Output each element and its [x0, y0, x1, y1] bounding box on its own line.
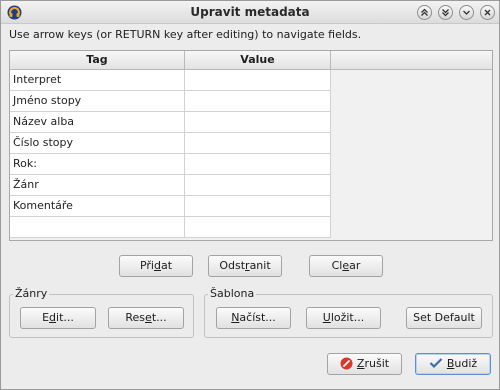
tag-cell[interactable]: Interpret	[10, 70, 185, 91]
reset-accelerator: e	[145, 311, 152, 324]
close-button[interactable]	[480, 5, 495, 20]
clear-button[interactable]: Clear	[309, 255, 383, 277]
table-row[interactable]: Rok:	[10, 154, 331, 175]
cancel-label-rest: rušit	[364, 357, 390, 370]
save-template-button[interactable]: Uložit...	[306, 307, 381, 329]
minimize-button[interactable]	[459, 5, 474, 20]
clear-label: Cl	[331, 259, 343, 272]
reset-genres-button[interactable]: Reset...	[108, 307, 184, 329]
clear-label-rest: ar	[349, 259, 361, 272]
tag-cell[interactable]: Komentáře	[10, 196, 185, 217]
ok-label-rest: udiž	[454, 357, 478, 370]
remove-label-rest: anit	[249, 259, 271, 272]
table-row[interactable]: Komentáře	[10, 196, 331, 217]
chevron-down-icon	[463, 10, 470, 15]
edit-metadata-dialog: Upravit metadata Use arrow keys (or RETU…	[0, 0, 500, 390]
table-empty-area	[331, 70, 492, 240]
keep-above-button[interactable]	[417, 5, 432, 20]
checkmark-icon	[429, 358, 443, 369]
table-row[interactable]	[10, 217, 331, 238]
value-cell[interactable]	[185, 175, 331, 196]
column-header-filler	[331, 51, 492, 70]
tag-cell[interactable]: Číslo stopy	[10, 133, 185, 154]
double-chevron-up-icon	[421, 8, 428, 16]
table-row[interactable]: Název alba	[10, 112, 331, 133]
add-label-rest: at	[160, 259, 173, 272]
set-default-button[interactable]: Set Default	[406, 307, 482, 329]
load-label-rest: ačíst...	[239, 311, 276, 324]
remove-button[interactable]: Odstranit	[208, 255, 282, 277]
remove-label: Odst	[219, 259, 246, 272]
load-template-button[interactable]: Načíst...	[216, 307, 291, 329]
tag-cell[interactable]: Jméno stopy	[10, 91, 185, 112]
edit-label-rest: it...	[56, 311, 74, 324]
value-cell[interactable]	[185, 112, 331, 133]
value-cell[interactable]	[185, 133, 331, 154]
save-label-rest: ložit...	[330, 311, 365, 324]
add-button[interactable]: Přidat	[119, 255, 193, 277]
genres-group-label: Žánry	[13, 287, 50, 300]
ok-button[interactable]: Budiž	[415, 353, 491, 375]
table-row[interactable]: Žánr	[10, 175, 331, 196]
save-accelerator: U	[322, 311, 331, 324]
table-empty-area	[10, 238, 331, 240]
double-chevron-down-icon	[442, 9, 449, 17]
table-row[interactable]: Interpret	[10, 70, 331, 91]
cancel-icon	[340, 357, 353, 369]
value-cell[interactable]	[185, 70, 331, 91]
edit-accelerator: d	[49, 311, 57, 324]
column-header-tag[interactable]: Tag	[10, 51, 185, 70]
value-cell[interactable]	[185, 91, 331, 112]
keep-below-button[interactable]	[438, 5, 453, 20]
tag-cell[interactable]: Žánr	[10, 175, 185, 196]
reset-label-rest: t...	[151, 311, 167, 324]
tag-cell[interactable]: Název alba	[10, 112, 185, 133]
cancel-button[interactable]: Zrušit	[327, 353, 402, 375]
close-icon	[484, 9, 491, 16]
edit-genres-button[interactable]: Edit...	[20, 307, 96, 329]
add-label: Při	[139, 259, 154, 272]
table-row[interactable]: Číslo stopy	[10, 133, 331, 154]
title-bar[interactable]: Upravit metadata	[1, 1, 499, 24]
tag-cell[interactable]: Rok:	[10, 154, 185, 175]
value-cell[interactable]	[185, 217, 331, 238]
navigation-hint: Use arrow keys (or RETURN key after edit…	[9, 28, 362, 41]
template-group-label: Šablona	[208, 287, 257, 300]
metadata-table[interactable]: Tag Value Interpret Jméno stopy Název al…	[9, 50, 493, 241]
value-cell[interactable]	[185, 154, 331, 175]
value-cell[interactable]	[185, 196, 331, 217]
table-row[interactable]: Jméno stopy	[10, 91, 331, 112]
reset-label: Res	[125, 311, 146, 324]
column-header-value[interactable]: Value	[185, 51, 331, 70]
edit-label: E	[42, 311, 50, 324]
add-accelerator: d	[153, 259, 161, 272]
tag-cell[interactable]	[10, 217, 185, 238]
